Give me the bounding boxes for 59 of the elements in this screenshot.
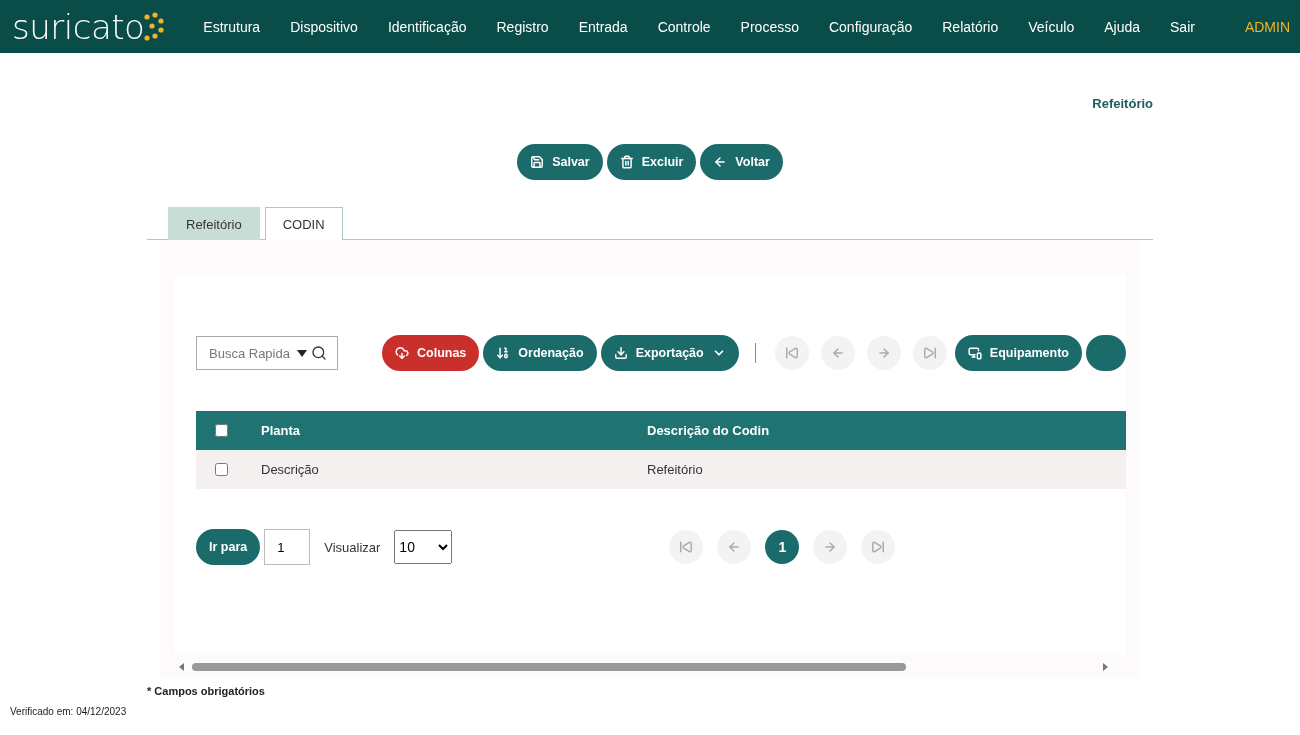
nav-link[interactable]: Registro	[481, 18, 564, 35]
nav-link[interactable]: Estrutura	[188, 18, 276, 35]
arrow-right-icon	[876, 346, 891, 360]
trash-icon	[619, 155, 634, 169]
select-all-checkbox[interactable]	[215, 424, 228, 437]
nav-link[interactable]: Entrada	[563, 18, 643, 35]
toolbar-button[interactable]: Ordenação	[483, 335, 597, 371]
toolbar-button[interactable]: Colunas	[382, 335, 480, 371]
monitor-icon	[967, 346, 982, 360]
toolbar-button[interactable]: Equipamento	[954, 335, 1082, 371]
scroll-left-icon	[179, 663, 184, 671]
dots-icon	[144, 11, 167, 42]
save-icon	[530, 155, 545, 169]
arrow-left-icon	[830, 346, 845, 360]
nav-link[interactable]: Controle	[642, 18, 726, 35]
row-checkbox[interactable]	[215, 463, 228, 476]
nav-link[interactable]: Identificação	[372, 18, 482, 35]
arrow-left-icon	[713, 155, 728, 169]
page-button[interactable]: 1	[765, 530, 800, 564]
nav-link[interactable]: Ajuda	[1089, 18, 1155, 35]
download-icon	[613, 346, 628, 360]
brand-logo: suricato	[12, 6, 167, 47]
verified-date: Verificado em: 04/12/2023	[10, 706, 128, 717]
table-cell: Refeitório	[647, 462, 703, 477]
user-name[interactable]: ADMIN	[1244, 18, 1290, 35]
column-header[interactable]: Planta	[261, 423, 300, 438]
action-button[interactable]: Salvar	[517, 144, 603, 180]
search-field[interactable]: Busca Rapida	[196, 336, 338, 370]
action-button[interactable]: Excluir	[606, 144, 697, 180]
page-size-select[interactable]: 10	[394, 530, 453, 564]
page-number-field[interactable]: 1	[264, 529, 311, 565]
view-label: Visualizar	[324, 539, 381, 555]
scroll-right-icon	[1103, 663, 1108, 671]
nav-link[interactable]: Processo	[725, 18, 814, 35]
arrow-right-icon	[823, 540, 838, 554]
nav-link[interactable]: Sair	[1155, 18, 1210, 35]
page-title: Refeitório	[1092, 96, 1153, 111]
sort-icon	[496, 346, 511, 360]
toolbar-button[interactable]: Exportação	[600, 335, 739, 371]
caret-icon	[297, 349, 307, 357]
tab[interactable]: Refeitório	[168, 207, 260, 240]
nav-link[interactable]: Veículo	[1013, 18, 1090, 35]
nav-link[interactable]: Configuração	[813, 18, 928, 35]
toolbar-button[interactable]	[1086, 335, 1126, 371]
nav-link[interactable]: Relatório	[927, 18, 1014, 35]
skip-back-icon	[679, 540, 694, 554]
skip-forward-icon	[871, 540, 886, 554]
skip-forward-icon	[922, 346, 937, 360]
table-cell: Descrição	[261, 462, 319, 477]
tab[interactable]: CODIN	[264, 207, 343, 240]
skip-back-icon	[784, 346, 799, 360]
goto-button[interactable]: Ir para	[196, 529, 261, 565]
action-button[interactable]: Voltar	[700, 144, 783, 180]
arrow-left-icon	[727, 540, 742, 554]
column-header[interactable]: Descrição do Codin	[647, 423, 770, 438]
required-note: * Campos obrigatórios	[147, 685, 266, 697]
cloud-download-icon	[395, 346, 409, 360]
nav-link[interactable]: Dispositivo	[275, 18, 373, 35]
search-icon	[311, 345, 327, 361]
